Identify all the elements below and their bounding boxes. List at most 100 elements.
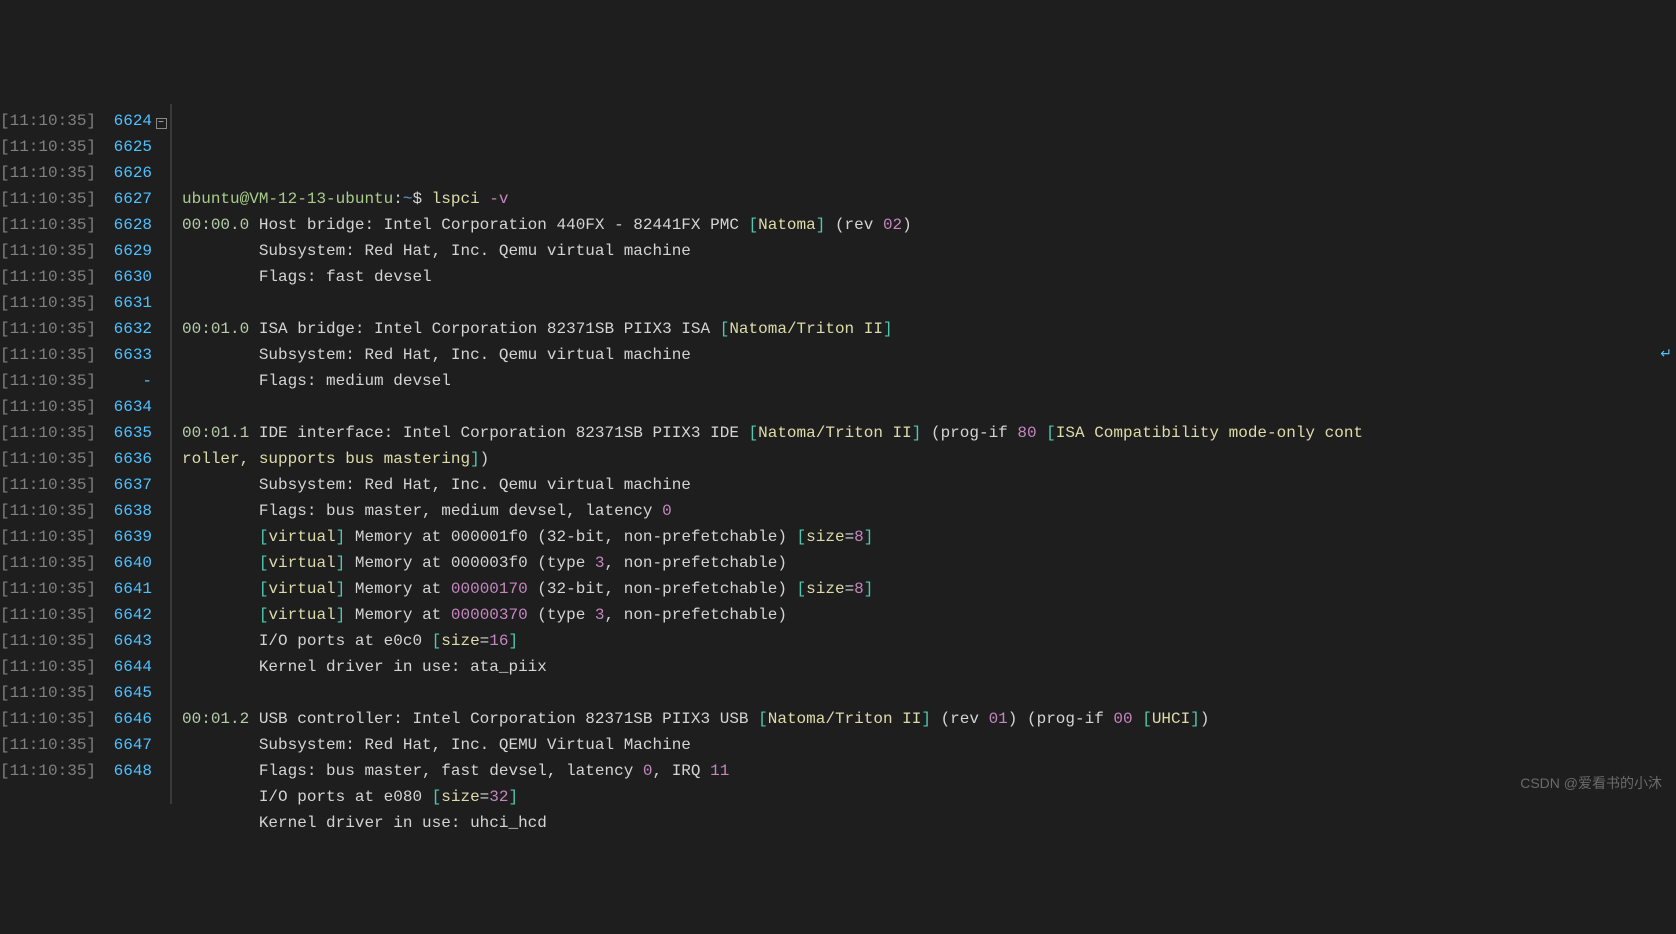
- fold-column: [152, 602, 170, 628]
- bracket: [: [259, 528, 269, 546]
- line-number: 6629: [102, 238, 152, 264]
- irq-label: , IRQ: [653, 762, 711, 780]
- line-number: 6630: [102, 264, 152, 290]
- bracket: [: [432, 632, 442, 650]
- gutter-row: [11:10:35]6631: [0, 290, 170, 316]
- output-line: Flags: bus master, medium devsel, latenc…: [182, 498, 1676, 524]
- fold-toggle-icon[interactable]: −: [156, 118, 167, 129]
- output-line: [182, 680, 1676, 706]
- fold-column: [152, 758, 170, 784]
- timestamp: [11:10:35]: [0, 628, 102, 654]
- gutter: [11:10:35]6624−[11:10:35]6625[11:10:35]6…: [0, 104, 170, 804]
- size-key: size: [806, 580, 844, 598]
- fold-column: [152, 550, 170, 576]
- fold-column: −: [152, 108, 170, 134]
- line-number: 6634: [102, 394, 152, 420]
- gutter-row: [11:10:35]6636: [0, 446, 170, 472]
- paren: ): [1200, 710, 1210, 728]
- bracket: ]: [883, 320, 893, 338]
- line-number: 6648: [102, 758, 152, 784]
- timestamp: [11:10:35]: [0, 446, 102, 472]
- size-val: 32: [489, 788, 508, 806]
- gutter-row: [11:10:35]6645: [0, 680, 170, 706]
- prog-if-num: 00: [1113, 710, 1132, 728]
- gutter-row: [11:10:35]6627: [0, 186, 170, 212]
- eq: =: [845, 580, 855, 598]
- fold-column: [152, 576, 170, 602]
- bracket: ]: [336, 580, 346, 598]
- mem: Memory at 000003f0 (type: [345, 554, 595, 572]
- bracket: ]: [864, 528, 874, 546]
- terminal-content[interactable]: ↵ ubuntu@VM-12-13-ubuntu:~$ lspci -v00:0…: [172, 104, 1676, 804]
- output-line: [182, 836, 1676, 862]
- fold-column: [152, 680, 170, 706]
- rev-num: 01: [989, 710, 1008, 728]
- bracket: ]: [336, 606, 346, 624]
- output-line: [virtual] Memory at 000003f0 (type 3, no…: [182, 550, 1676, 576]
- bracket: [: [749, 424, 759, 442]
- gutter-row: [11:10:35]6641: [0, 576, 170, 602]
- fold-column: [152, 654, 170, 680]
- line-number: 6635: [102, 420, 152, 446]
- gutter-row: [11:10:35]6625: [0, 134, 170, 160]
- fold-column: [152, 212, 170, 238]
- mem: (32-bit, non-prefetchable): [528, 580, 797, 598]
- tail: , non-prefetchable): [605, 606, 787, 624]
- pci-address: 00:01.2: [182, 710, 249, 728]
- output-line: Flags: fast devsel: [182, 264, 1676, 290]
- fold-column: [152, 706, 170, 732]
- timestamp: [11:10:35]: [0, 212, 102, 238]
- timestamp: [11:10:35]: [0, 108, 102, 134]
- line-number: 6624: [102, 108, 152, 134]
- uhci: UHCI: [1152, 710, 1190, 728]
- virtual: virtual: [268, 580, 335, 598]
- fold-column: [152, 368, 170, 394]
- timestamp: [11:10:35]: [0, 238, 102, 264]
- line-number: 6645: [102, 680, 152, 706]
- fold-column: [152, 394, 170, 420]
- timestamp: [11:10:35]: [0, 576, 102, 602]
- line-number: 6639: [102, 524, 152, 550]
- detail: Subsystem: Red Hat, Inc. Qemu virtual ma…: [182, 242, 691, 260]
- prompt-sep: :: [393, 190, 403, 208]
- mem: (type: [528, 606, 595, 624]
- space: [480, 190, 490, 208]
- tail: , non-prefetchable): [605, 554, 787, 572]
- compat: ISA Compatibility mode-only cont: [1056, 424, 1373, 442]
- paren: ): [902, 216, 912, 234]
- eq: =: [480, 632, 490, 650]
- codename: Natoma/Triton II: [729, 320, 883, 338]
- pci-address: 00:00.0: [182, 216, 249, 234]
- detail: Subsystem: Red Hat, Inc. Qemu virtual ma…: [182, 346, 691, 364]
- indent: [182, 554, 259, 572]
- timestamp: [11:10:35]: [0, 264, 102, 290]
- line-number: 6646: [102, 706, 152, 732]
- bracket: ]: [1190, 710, 1200, 728]
- codename: Natoma/Triton II: [758, 424, 912, 442]
- output-line: Kernel driver in use: ata_piix: [182, 654, 1676, 680]
- virtual: virtual: [268, 554, 335, 572]
- eq: =: [845, 528, 855, 546]
- rev: (rev: [931, 710, 989, 728]
- fold-column: [152, 290, 170, 316]
- line-number: 6628: [102, 212, 152, 238]
- gutter-row: [11:10:35]6642: [0, 602, 170, 628]
- timestamp: [11:10:35]: [0, 394, 102, 420]
- fold-column: [152, 628, 170, 654]
- bracket: [: [749, 216, 759, 234]
- fold-column: [152, 264, 170, 290]
- line-number: 6636: [102, 446, 152, 472]
- indent: [182, 528, 259, 546]
- gutter-row: [11:10:35]6647: [0, 732, 170, 758]
- gutter-row: [11:10:35]6628: [0, 212, 170, 238]
- output-line: 00:00.0 Host bridge: Intel Corporation 4…: [182, 212, 1676, 238]
- line-number: 6638: [102, 498, 152, 524]
- output-line: [virtual] Memory at 000001f0 (32-bit, no…: [182, 524, 1676, 550]
- line-number: 6625: [102, 134, 152, 160]
- output-line: ubuntu@VM-12-13-ubuntu:~$ lspci -v: [182, 186, 1676, 212]
- gutter-row: [11:10:35]6634: [0, 394, 170, 420]
- gutter-row: [11:10:35]6644: [0, 654, 170, 680]
- terminal-log-view: [11:10:35]6624−[11:10:35]6625[11:10:35]6…: [0, 104, 1676, 804]
- rev: (rev: [825, 216, 883, 234]
- bracket: ]: [336, 554, 346, 572]
